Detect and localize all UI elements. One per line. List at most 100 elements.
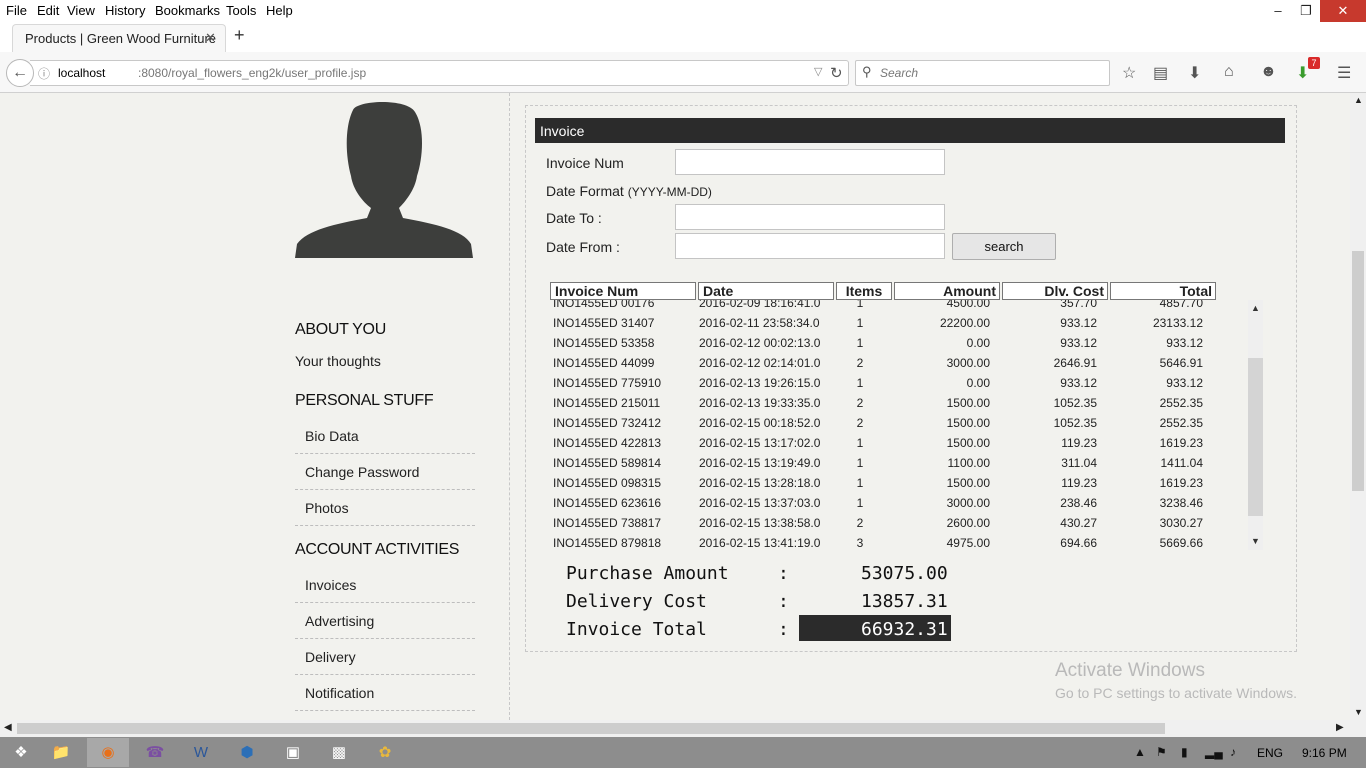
download-badge: 7	[1308, 57, 1320, 69]
cell-invoice-num: INO1455ED 738817	[553, 516, 662, 530]
viber-icon[interactable]: ☎	[134, 738, 176, 767]
search-placeholder: Search	[880, 66, 919, 80]
invoice-total-value: 66932.31	[861, 619, 948, 640]
table-row[interactable]: INO1455ED 732412 2016-02-15 00:18:52.0 2 15…	[550, 413, 1250, 433]
menu-view[interactable]: View	[67, 3, 95, 18]
date-to-input[interactable]	[675, 204, 945, 230]
sidebar-item-advertising[interactable]: Advertising	[295, 604, 475, 639]
table-row[interactable]: INO1455ED 879818 2016-02-15 13:41:19.0 3 49…	[550, 533, 1250, 553]
tab-close-icon[interactable]: ✕	[205, 30, 216, 46]
sidebar-item-notification[interactable]: Notification	[295, 676, 475, 711]
browser-tab[interactable]: Products | Green Wood Furniture ✕	[12, 24, 226, 53]
chat-icon[interactable]: ☻	[1260, 63, 1277, 81]
summary-separator: :	[778, 619, 789, 640]
scroll-left-icon[interactable]: ◀	[4, 722, 12, 733]
table-row[interactable]: INO1455ED 422813 2016-02-15 13:17:02.0 1 15…	[550, 433, 1250, 453]
home-icon[interactable]: ⌂	[1224, 63, 1234, 81]
table-row[interactable]: INO1455ED 44099 2016-02-12 02:14:01.0 2 300…	[550, 353, 1250, 373]
minimize-icon[interactable]: –	[1264, 0, 1292, 22]
table-row[interactable]: INO1455ED 098315 2016-02-15 13:28:18.0 1 15…	[550, 473, 1250, 493]
reading-list-icon[interactable]: ▤	[1153, 63, 1168, 83]
input-language[interactable]: ENG	[1257, 746, 1283, 760]
invoice-num-input[interactable]	[675, 149, 945, 175]
cell-total: 1411.04	[1160, 456, 1204, 470]
cell-amount: 1500.00	[946, 476, 990, 490]
table-row[interactable]: INO1455ED 738817 2016-02-15 13:38:58.0 2 26…	[550, 513, 1250, 533]
back-button[interactable]: ←	[6, 59, 34, 87]
scroll-right-icon[interactable]: ▶	[1336, 722, 1344, 733]
menu-history[interactable]: History	[105, 3, 145, 18]
sidebar-item-photos[interactable]: Photos	[295, 491, 475, 526]
scroll-down-icon[interactable]: ▼	[1251, 536, 1260, 546]
search-box[interactable]: ⚲ Search	[855, 60, 1110, 86]
file-explorer-icon[interactable]: 📁	[40, 738, 82, 767]
page-scroll-up-icon[interactable]: ▲	[1354, 95, 1363, 105]
network-signal-icon[interactable]: ▂▄	[1205, 745, 1223, 759]
paint-icon[interactable]: ✿	[364, 738, 406, 767]
new-tab-icon[interactable]: +	[234, 25, 245, 46]
image-viewer-icon[interactable]: ▣	[272, 738, 314, 767]
table-row[interactable]: INO1455ED 623616 2016-02-15 13:37:03.0 1 30…	[550, 493, 1250, 513]
cell-date: 2016-02-12 00:02:13.0	[699, 336, 821, 350]
start-windows-icon[interactable]: ❖	[0, 738, 42, 767]
page-scrollbar-thumb[interactable]	[1352, 251, 1364, 491]
delivery-cost-value: 13857.31	[861, 591, 948, 612]
table-scrollbar[interactable]: ▲ ▼	[1248, 300, 1263, 550]
menu-file[interactable]: File	[6, 3, 27, 18]
table-row[interactable]: INO1455ED 53358 2016-02-12 00:02:13.0 1 0.0…	[550, 333, 1250, 353]
action-center-flag-icon[interactable]: ⚑	[1156, 745, 1167, 759]
virtualbox-icon[interactable]: ⬢	[226, 738, 268, 767]
table-row[interactable]: INO1455ED 31407 2016-02-11 23:58:34.0 1 222…	[550, 313, 1250, 333]
column-header-total: Total	[1110, 282, 1216, 300]
download-icon[interactable]: ⬇	[1188, 63, 1201, 83]
horizontal-scrollbar-thumb[interactable]	[17, 723, 1165, 734]
url-dropdown-icon[interactable]: ▽	[814, 65, 822, 78]
scroll-up-icon[interactable]: ▲	[1251, 303, 1260, 313]
remote-desktop-icon[interactable]: ▩	[318, 738, 360, 767]
sidebar-item-change-password[interactable]: Change Password	[295, 455, 475, 490]
site-info-icon[interactable]: ⓘ	[38, 65, 50, 82]
table-row[interactable]: INO1455ED 00176 2016-02-09 18:16:41.0 1 450…	[550, 300, 1250, 313]
power-icon[interactable]: ▮	[1181, 745, 1188, 759]
sidebar-item-label: Invoices	[305, 577, 357, 593]
hamburger-menu-icon[interactable]: ☰	[1337, 63, 1351, 83]
page-scroll-down-icon[interactable]: ▼	[1354, 707, 1363, 717]
volume-icon[interactable]: ♪	[1230, 745, 1236, 759]
taskbar-clock[interactable]: 9:16 PM	[1302, 746, 1347, 760]
show-hidden-icons-icon[interactable]: ▲	[1134, 745, 1146, 759]
date-from-input[interactable]	[675, 233, 945, 259]
page-scrollbar[interactable]: ▲ ▼	[1350, 93, 1366, 720]
table-row[interactable]: INO1455ED 589814 2016-02-15 13:19:49.0 1 11…	[550, 453, 1250, 473]
sidebar-item-bio-data[interactable]: Bio Data	[295, 419, 475, 454]
reload-icon[interactable]: ↻	[830, 64, 843, 82]
invoice-table-body[interactable]: INO1455ED 00176 2016-02-09 18:16:41.0 1 450…	[550, 300, 1250, 555]
sidebar-item-invoices[interactable]: Invoices	[295, 568, 475, 603]
firefox-icon[interactable]: ◉	[87, 738, 129, 767]
bookmark-star-icon[interactable]: ☆	[1122, 63, 1136, 83]
search-button[interactable]: search	[952, 233, 1056, 260]
menu-bookmarks[interactable]: Bookmarks	[155, 3, 220, 18]
close-window-icon[interactable]: ✕	[1320, 0, 1366, 22]
activate-windows-subtitle: Go to PC settings to activate Windows.	[1055, 685, 1297, 701]
your-thoughts-link[interactable]: Your thoughts	[295, 353, 381, 369]
menu-tools[interactable]: Tools	[226, 3, 256, 18]
menu-edit[interactable]: Edit	[37, 3, 59, 18]
cell-dlv-cost: 1052.35	[1053, 416, 1097, 430]
cell-items: 2	[856, 396, 864, 410]
cell-amount: 3000.00	[946, 496, 990, 510]
column-header-invoice-num: Invoice Num	[550, 282, 696, 300]
horizontal-scrollbar[interactable]: ◀ ▶	[0, 720, 1366, 737]
sidebar-item-label: Delivery	[305, 649, 356, 665]
table-row[interactable]: INO1455ED 775910 2016-02-13 19:26:15.0 1 0.…	[550, 373, 1250, 393]
restore-icon[interactable]: ❐	[1292, 0, 1320, 22]
table-scrollbar-thumb[interactable]	[1248, 358, 1263, 516]
cell-date: 2016-02-13 19:26:15.0	[699, 376, 821, 390]
word-icon[interactable]: W	[180, 738, 222, 767]
summary-separator: :	[778, 563, 789, 584]
cell-dlv-cost: 2646.91	[1053, 356, 1097, 370]
address-bar[interactable]: ⓘ localhost :8080/royal_flowers_eng2k/us…	[30, 60, 849, 86]
cell-total: 1619.23	[1159, 476, 1203, 490]
sidebar-item-delivery[interactable]: Delivery	[295, 640, 475, 675]
table-row[interactable]: INO1455ED 215011 2016-02-13 19:33:35.0 2 15…	[550, 393, 1250, 413]
menu-help[interactable]: Help	[266, 3, 293, 18]
